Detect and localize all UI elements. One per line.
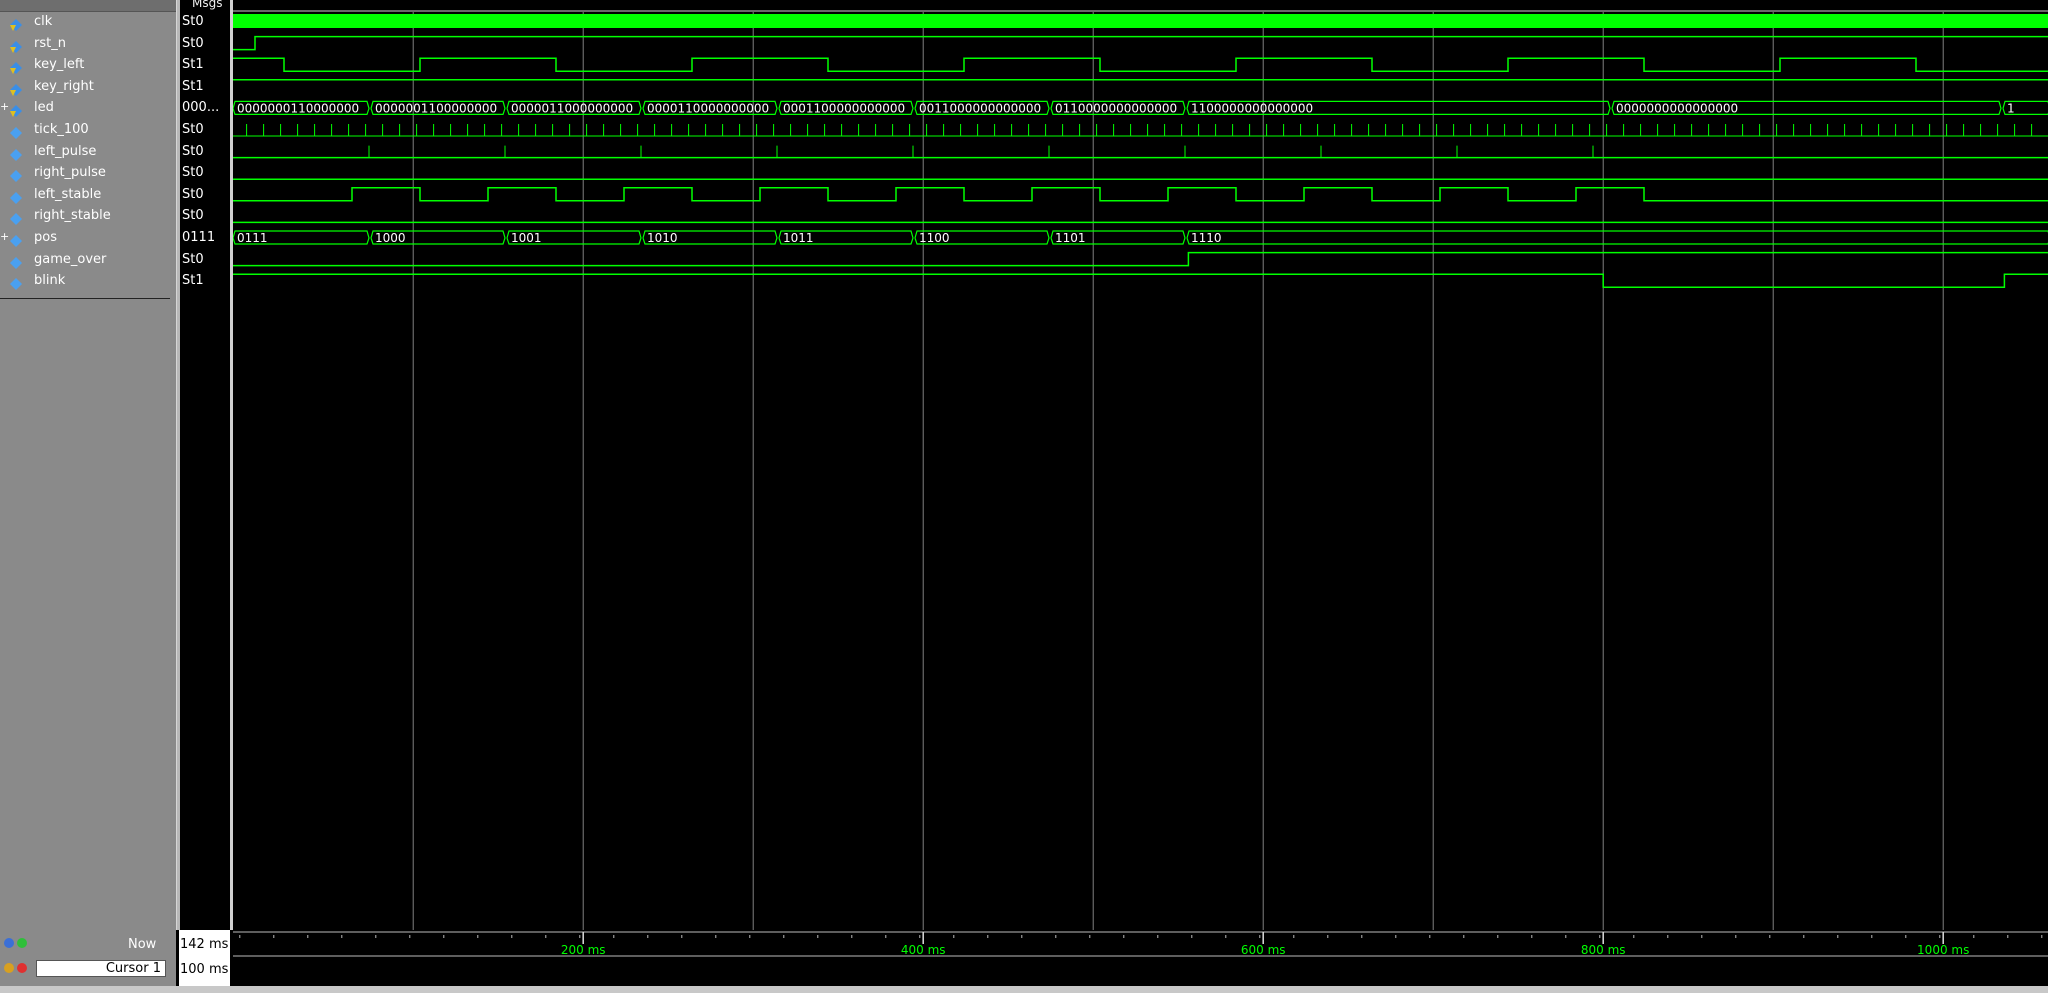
signal-value: St0 (182, 35, 204, 51)
game_over-wave (233, 251, 2048, 267)
led-label: 0000001100000000 (375, 101, 497, 115)
signal-name[interactable]: left_pulse (34, 144, 96, 159)
key_left-wave (233, 57, 2048, 72)
add-wave-icon[interactable] (4, 938, 14, 948)
signal-diamond-icon (10, 275, 22, 291)
pos-label: 1011 (783, 231, 814, 245)
ruler-label: 1000 ms (1917, 943, 1969, 957)
signal-value: St0 (182, 122, 204, 137)
signal-name[interactable]: key_right (34, 79, 94, 94)
signal-diamond-icon (10, 189, 22, 204)
led-label: 0110000000000000 (1055, 101, 1177, 115)
signal-name[interactable]: right_stable (34, 208, 111, 223)
pos-label: 1000 (375, 231, 406, 245)
pos-segment (1186, 230, 2048, 245)
bus-diamond-icon (10, 232, 22, 247)
expand-toggle[interactable]: + (0, 230, 9, 243)
signal-value: St1 (182, 273, 204, 289)
signal-arrow-icon (10, 81, 22, 96)
expand-toggle[interactable]: + (0, 100, 9, 113)
left_stable-wave (233, 187, 2048, 202)
edit-cursor-icon[interactable] (4, 963, 14, 973)
ruler-label: 200 ms (561, 943, 606, 957)
signal-arrow-icon (10, 38, 22, 53)
pos-label: 1001 (511, 231, 542, 245)
signal-name[interactable]: rst_n (34, 36, 66, 51)
msgs-column-header: Msgs (192, 0, 223, 10)
signal-value: St0 (182, 186, 204, 202)
signal-name[interactable]: pos (34, 230, 57, 245)
led-label: 0001100000000000 (783, 101, 905, 115)
blink-wave (233, 273, 2048, 288)
led-label: 0000110000000000 (647, 101, 769, 115)
signal-name[interactable]: tick_100 (34, 122, 89, 137)
waveform-canvas[interactable]: 0000000110000000 0000001100000000 00000110… (233, 0, 2048, 930)
signal-name[interactable]: blink (34, 273, 65, 288)
delete-cursor-icon[interactable] (17, 963, 27, 973)
signal-name[interactable]: left_stable (34, 187, 101, 202)
list-end-divider (0, 298, 170, 299)
now-value: 142 ms (180, 937, 229, 952)
signal-diamond-icon (10, 167, 22, 183)
cursor-value: 100 ms (180, 962, 229, 977)
led-label: 0000000110000000 (237, 101, 359, 115)
signal-arrow-icon (10, 16, 22, 31)
signal-value: St1 (182, 78, 204, 94)
signal-value: St0 (182, 165, 204, 181)
msgs-pane-left-edge (177, 0, 180, 930)
pos-label: 1101 (1055, 231, 1086, 245)
signal-value: St0 (182, 143, 204, 159)
ruler-label: 800 ms (1581, 943, 1626, 957)
signal-name[interactable]: clk (34, 14, 52, 29)
pos-label: 1010 (647, 231, 678, 245)
signal-diamond-icon (10, 254, 22, 269)
signal-value: St0 (182, 251, 204, 267)
signal-name[interactable]: game_over (34, 252, 106, 267)
clk-wave (233, 14, 2048, 28)
signal-value: 0111 (182, 230, 216, 245)
signal-value: 000... (182, 100, 220, 116)
pos-label: 1110 (1191, 231, 1222, 245)
signal-diamond-icon (10, 124, 22, 139)
signal-names-header (0, 0, 176, 12)
signal-diamond-icon (10, 146, 22, 161)
insert-cursor-icon[interactable] (17, 938, 27, 948)
signal-name[interactable]: key_left (34, 57, 84, 72)
signal-diamond-icon (10, 210, 22, 226)
led-label: 0011000000000000 (919, 101, 1041, 115)
bus-arrow-icon (10, 102, 22, 118)
signal-value: St1 (182, 57, 204, 73)
pos-label: 0111 (237, 231, 268, 245)
now-label: Now (128, 937, 157, 952)
signal-names-pane (0, 0, 176, 930)
signal-arrow-icon (10, 59, 22, 75)
cursor-label[interactable]: Cursor 1 (36, 960, 166, 977)
led-label: 1100000000000000 (1191, 101, 1313, 115)
signal-name[interactable]: right_pulse (34, 165, 106, 180)
pos-label: 1100 (919, 231, 950, 245)
led-label: 1 (2007, 101, 2015, 115)
ruler-label: 600 ms (1241, 943, 1286, 957)
led-label: 0000011000000000 (511, 101, 633, 115)
signal-value: St0 (182, 14, 204, 29)
rst_n-wave (233, 35, 2048, 51)
ruler-label: 400 ms (901, 943, 946, 957)
signal-name[interactable]: led (34, 100, 54, 115)
horizontal-scrollbar[interactable] (0, 986, 2048, 993)
led-label: 0000000000000000 (1616, 101, 1738, 115)
signal-value: St0 (182, 208, 204, 224)
timeline-ruler[interactable]: 200 ms 400 ms 600 ms 800 ms 1000 ms (233, 930, 2048, 986)
